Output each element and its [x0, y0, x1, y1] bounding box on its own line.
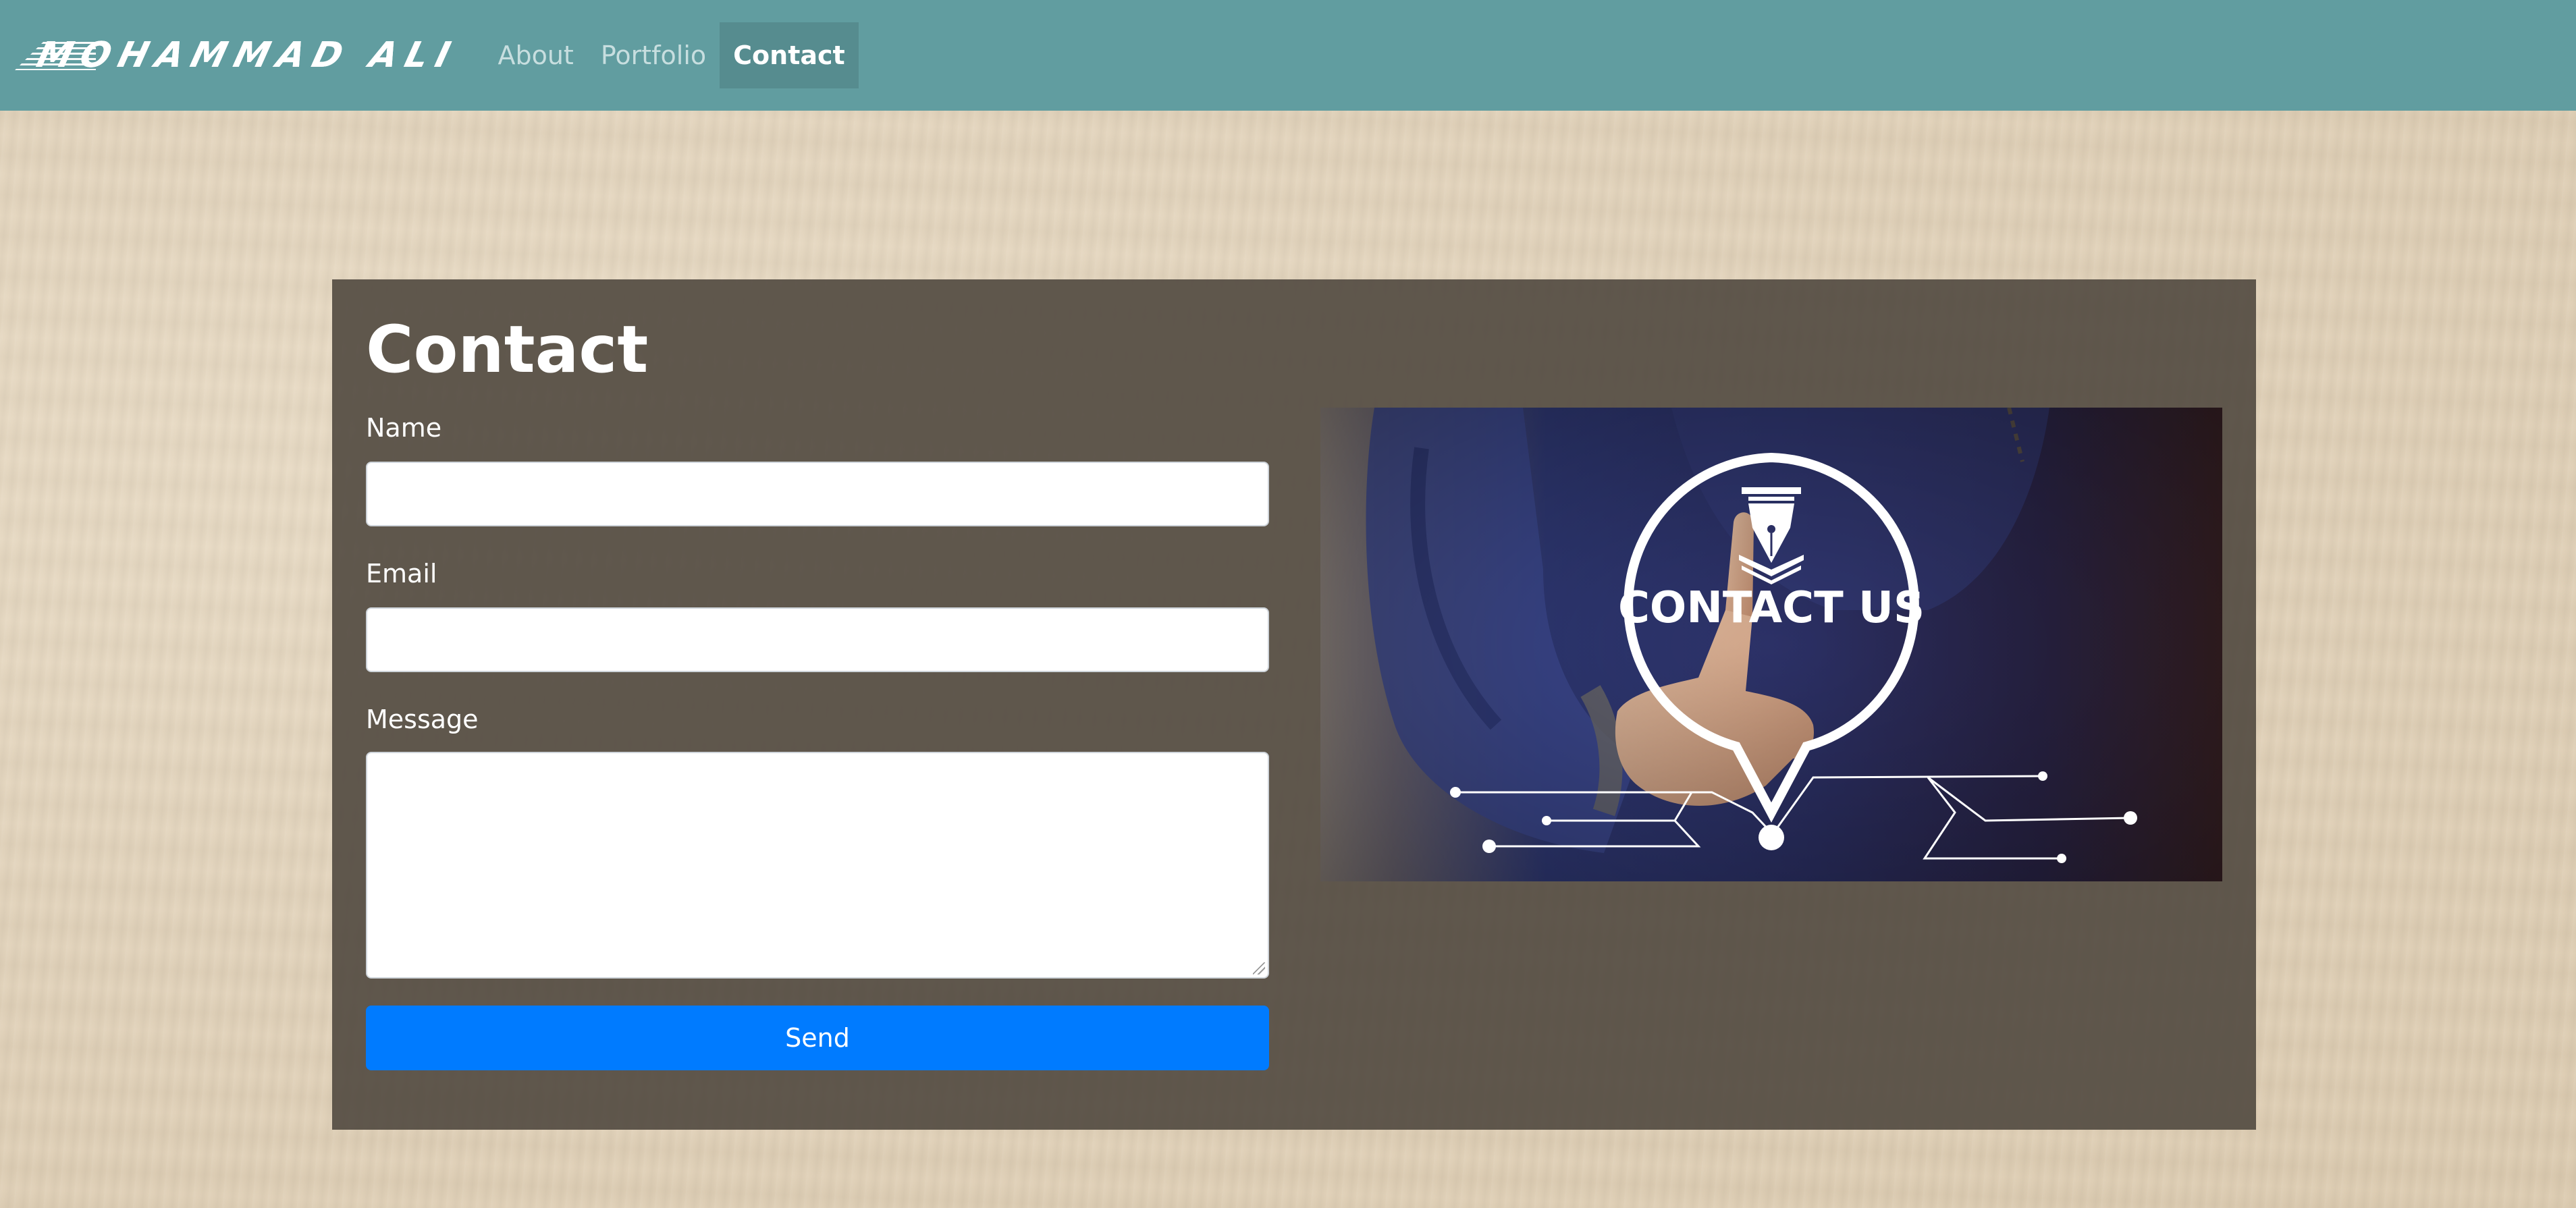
brand-logo[interactable]: Mohammad Ali	[15, 0, 462, 111]
email-label: Email	[366, 559, 437, 588]
message-label: Message	[366, 705, 479, 734]
contact-us-image: CONTACT US	[1320, 408, 2222, 881]
page-title: Contact	[366, 312, 649, 387]
brand-name[interactable]: Mohammad Ali	[10, 35, 462, 76]
contact-card: Contact Name Email Message Send CONTACT …	[332, 279, 2256, 1130]
nav-links: About Portfolio Contact	[484, 0, 859, 111]
nav-link-contact[interactable]: Contact	[720, 22, 859, 88]
message-textarea[interactable]	[366, 752, 1269, 979]
resize-handle-icon[interactable]	[1253, 962, 1265, 974]
navbar: Mohammad Ali About Portfolio Contact	[0, 0, 2576, 111]
contact-us-text: CONTACT US	[1618, 583, 1925, 633]
name-input[interactable]	[366, 462, 1269, 526]
email-input[interactable]	[366, 607, 1269, 672]
nav-link-portfolio[interactable]: Portfolio	[587, 22, 720, 88]
name-label: Name	[366, 413, 442, 443]
nav-link-about[interactable]: About	[484, 22, 587, 88]
send-button[interactable]: Send	[366, 1006, 1269, 1070]
